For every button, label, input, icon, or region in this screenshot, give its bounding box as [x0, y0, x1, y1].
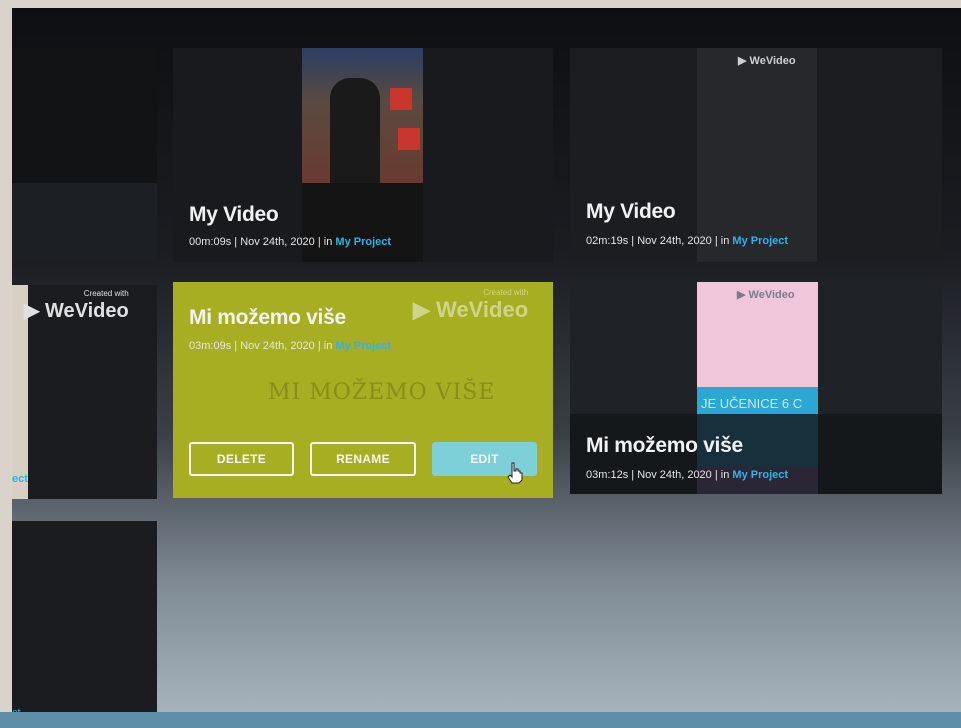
play-logo-icon: ▶: [738, 55, 747, 67]
video-meta: 00m:09s | Nov 24th, 2020 | in My Project: [189, 236, 392, 248]
wevideo-watermark: ▶ WeVideo: [738, 55, 796, 67]
thumbnail-heart: [390, 88, 412, 110]
taskbar: [0, 712, 961, 728]
project-link[interactable]: My Project: [335, 340, 391, 352]
video-card-partial-row2[interactable]: Created with ▶ WeVideo ect: [12, 285, 157, 499]
thumbnail-text: JE UČENICE 6 C: [701, 396, 803, 411]
video-title[interactable]: My Video: [189, 203, 279, 227]
play-logo-icon: ▶: [413, 297, 430, 322]
video-title[interactable]: Mi možemo više: [189, 306, 346, 330]
rename-button[interactable]: RENAME: [310, 442, 416, 476]
play-logo-icon: ▶: [737, 289, 746, 301]
wevideo-watermark: Created with ▶ WeVideo: [24, 289, 129, 322]
thumbnail-heart: [398, 128, 420, 150]
hand-cursor-icon: [507, 462, 523, 484]
thumbnail-figure: [330, 78, 380, 183]
wevideo-watermark: Created with ▶ WeVideo: [413, 288, 529, 322]
thumbnail-text: MI MOŽEMO VIŠE: [268, 380, 496, 405]
wevideo-watermark: ▶ WeVideo: [737, 289, 795, 301]
video-thumbnail: [12, 48, 157, 183]
video-card-hovered[interactable]: Created with ▶ WeVideo Mi možemo više 03…: [173, 282, 553, 498]
video-meta: 03m:12s | Nov 24th, 2020 | in My Project: [586, 469, 789, 481]
video-card[interactable]: ▶ WeVideo My Video 02m:19s | Nov 24th, 2…: [570, 48, 942, 262]
video-card-partial-row3[interactable]: ct: [12, 521, 157, 720]
video-card-partial-row1[interactable]: t: [12, 48, 157, 262]
partial-project-link[interactable]: ect: [12, 473, 28, 485]
video-thumbnail: [302, 48, 423, 183]
video-title[interactable]: Mi možemo više: [586, 434, 743, 458]
video-card[interactable]: My Video 00m:09s | Nov 24th, 2020 | in M…: [173, 48, 553, 262]
play-logo-icon: ▶: [24, 300, 40, 322]
video-meta: 03m:09s | Nov 24th, 2020 | in My Project: [189, 340, 392, 352]
project-link[interactable]: My Project: [335, 236, 391, 248]
video-title[interactable]: My Video: [586, 200, 676, 224]
project-link[interactable]: My Project: [732, 469, 788, 481]
video-meta: 02m:19s | Nov 24th, 2020 | in My Project: [586, 235, 789, 247]
screen: t Created with ▶ WeVideo ect ct My Video…: [12, 8, 961, 720]
project-link[interactable]: My Project: [732, 235, 788, 247]
video-thumbnail: [697, 48, 817, 262]
delete-button[interactable]: DELETE: [189, 442, 294, 476]
video-thumbnail-shadow: [302, 183, 423, 262]
video-card[interactable]: ▶ WeVideo JE UČENICE 6 C Mi možemo više …: [570, 282, 942, 494]
